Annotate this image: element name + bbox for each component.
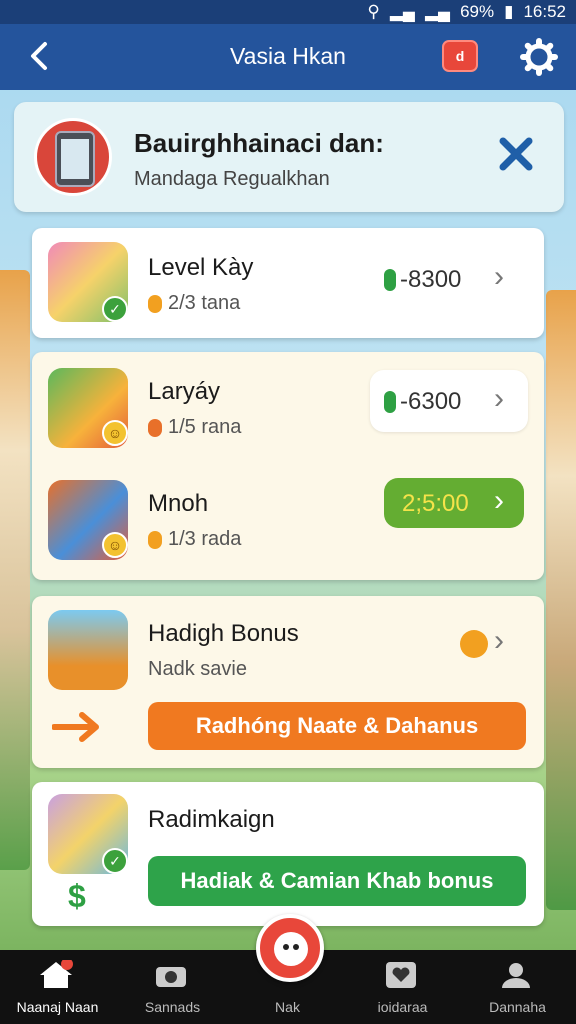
row-value-text: -8300 bbox=[400, 266, 462, 293]
chevron-right-icon[interactable]: › bbox=[494, 260, 504, 294]
green-coin-icon bbox=[384, 269, 396, 291]
battery-icon: ▮ bbox=[504, 2, 514, 21]
nav-home[interactable]: Naanaj Naan bbox=[0, 950, 115, 1024]
basket-thumbnail bbox=[48, 610, 128, 690]
coin-icon bbox=[148, 294, 162, 313]
close-button[interactable] bbox=[496, 134, 536, 174]
nav-label: Naanaj Naan bbox=[16, 999, 99, 1015]
center-action-button[interactable] bbox=[256, 914, 324, 982]
profile-icon bbox=[502, 963, 530, 988]
row-title: Mnoh bbox=[148, 490, 209, 517]
nav-label: ioidaraa bbox=[377, 999, 428, 1015]
signal-icon: ▂▄ bbox=[389, 2, 415, 21]
nav-label: Dannaha bbox=[489, 999, 546, 1015]
settings-button[interactable] bbox=[520, 38, 558, 76]
clock: 16:52 bbox=[523, 2, 566, 21]
row-value-text: -6300 bbox=[400, 388, 462, 415]
header-subtitle: Mandaga Regualkhan bbox=[134, 168, 330, 190]
row-subtitle-text: 1/3 rada bbox=[168, 528, 242, 550]
signal-icon-2: ▂▄ bbox=[424, 2, 451, 21]
value-box[interactable]: -6300 › bbox=[370, 370, 528, 432]
house-left bbox=[0, 270, 30, 870]
campaign-card: ✓ $ Radimkaign Hadiak & Camian Khab bonu… bbox=[32, 782, 544, 926]
row-title: Level Kày bbox=[148, 254, 254, 281]
green-coin-icon bbox=[384, 391, 396, 413]
heart-box-icon bbox=[386, 962, 416, 988]
nav-label: Sannads bbox=[144, 999, 201, 1015]
home-icon bbox=[40, 960, 73, 988]
timer-button[interactable]: 2;5:00 › bbox=[384, 478, 524, 528]
row-value: -6300 bbox=[384, 388, 461, 416]
house-right bbox=[546, 290, 576, 910]
timer-text: 2;5:00 bbox=[402, 490, 469, 517]
arrow-right-icon bbox=[52, 712, 99, 742]
row-subtitle: 1/5 rana bbox=[148, 416, 241, 439]
row-subtitle-text: 2/3 tana bbox=[168, 292, 241, 314]
nav-messages[interactable]: ioidaraa bbox=[345, 950, 460, 1024]
row-subtitle: 1/3 rada bbox=[148, 528, 241, 551]
notification-button[interactable]: d bbox=[442, 40, 478, 72]
chevron-right-icon: › bbox=[494, 382, 504, 415]
nav-profile[interactable]: Dannaha bbox=[460, 950, 575, 1024]
status-bar: ⚲ ▂▄ ▂▄ 69% ▮ 16:52 bbox=[0, 0, 576, 24]
app-title: Vasia Hkan bbox=[230, 43, 346, 69]
face-icon bbox=[274, 932, 308, 966]
header-title: Bauirghhainaci dan: bbox=[134, 128, 384, 158]
location-icon: ⚲ bbox=[367, 2, 380, 21]
check-badge-icon: ✓ bbox=[102, 296, 128, 322]
gear-icon bbox=[520, 38, 558, 76]
battery-percent: 69% bbox=[460, 2, 495, 21]
smile-badge-icon: ☺ bbox=[102, 532, 128, 558]
row-value: -8300 bbox=[384, 266, 461, 294]
phone-avatar-icon bbox=[34, 118, 112, 196]
coin-icon bbox=[148, 530, 162, 549]
chevron-right-icon[interactable]: › bbox=[494, 624, 504, 658]
dollar-icon: $ bbox=[68, 878, 86, 914]
coin-icon bbox=[148, 418, 162, 437]
row-subtitle-text: 1/5 rana bbox=[168, 416, 242, 438]
rewards-card: ☺ Laryáy 1/5 rana -6300 › ☺ Mnoh 1/3 rad… bbox=[32, 352, 544, 580]
campaign-title: Radimkaign bbox=[148, 806, 275, 833]
check-badge-icon: ✓ bbox=[102, 848, 128, 874]
row-title: Laryáy bbox=[148, 378, 221, 405]
app-bar: Vasia Hkan d bbox=[0, 24, 576, 90]
nav-label: Nak bbox=[275, 999, 300, 1015]
bonus-subtitle: Nadk savie bbox=[148, 658, 247, 680]
bonus-title: Hadigh Bonus bbox=[148, 620, 299, 647]
bonus-card: Hadigh Bonus Nadk savie › Radhóng Naate … bbox=[32, 596, 544, 768]
header-card: Bauirghhainaci dan: Mandaga Regualkhan bbox=[14, 102, 564, 212]
campaign-button[interactable]: Hadiak & Camian Khab bonus bbox=[148, 856, 526, 906]
close-icon bbox=[499, 137, 533, 171]
row-subtitle: 2/3 tana bbox=[148, 292, 240, 315]
smile-badge-icon: ☺ bbox=[102, 420, 128, 446]
chevron-right-icon: › bbox=[494, 484, 504, 517]
bonus-button[interactable]: Radhóng Naate & Dahanus bbox=[148, 702, 526, 750]
level-card[interactable]: ✓ Level Kày 2/3 tana -8300 › bbox=[32, 228, 544, 338]
nav-camera[interactable]: Sannads bbox=[115, 950, 230, 1024]
coin-icon bbox=[460, 630, 488, 658]
camera-icon bbox=[156, 967, 186, 987]
